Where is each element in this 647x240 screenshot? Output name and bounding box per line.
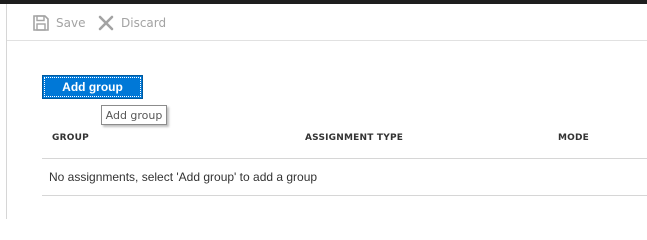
table-row-divider bbox=[42, 195, 647, 196]
table-header-divider bbox=[42, 158, 647, 159]
column-header-group[interactable]: GROUP bbox=[52, 133, 89, 143]
close-x-icon bbox=[97, 14, 115, 32]
discard-button[interactable]: Discard bbox=[97, 13, 166, 33]
column-header-mode[interactable]: MODE bbox=[558, 133, 589, 143]
discard-label: Discard bbox=[121, 16, 167, 30]
add-group-button[interactable]: Add group bbox=[42, 75, 143, 99]
add-group-tooltip: Add group bbox=[101, 105, 167, 125]
save-button[interactable]: Save bbox=[32, 13, 85, 33]
floppy-disk-icon bbox=[32, 14, 50, 32]
empty-state-message: No assignments, select 'Add group' to ad… bbox=[49, 170, 318, 184]
column-header-assignment-type[interactable]: ASSIGNMENT TYPE bbox=[305, 133, 403, 143]
command-toolbar: Save Discard bbox=[7, 4, 647, 41]
save-label: Save bbox=[56, 16, 86, 30]
